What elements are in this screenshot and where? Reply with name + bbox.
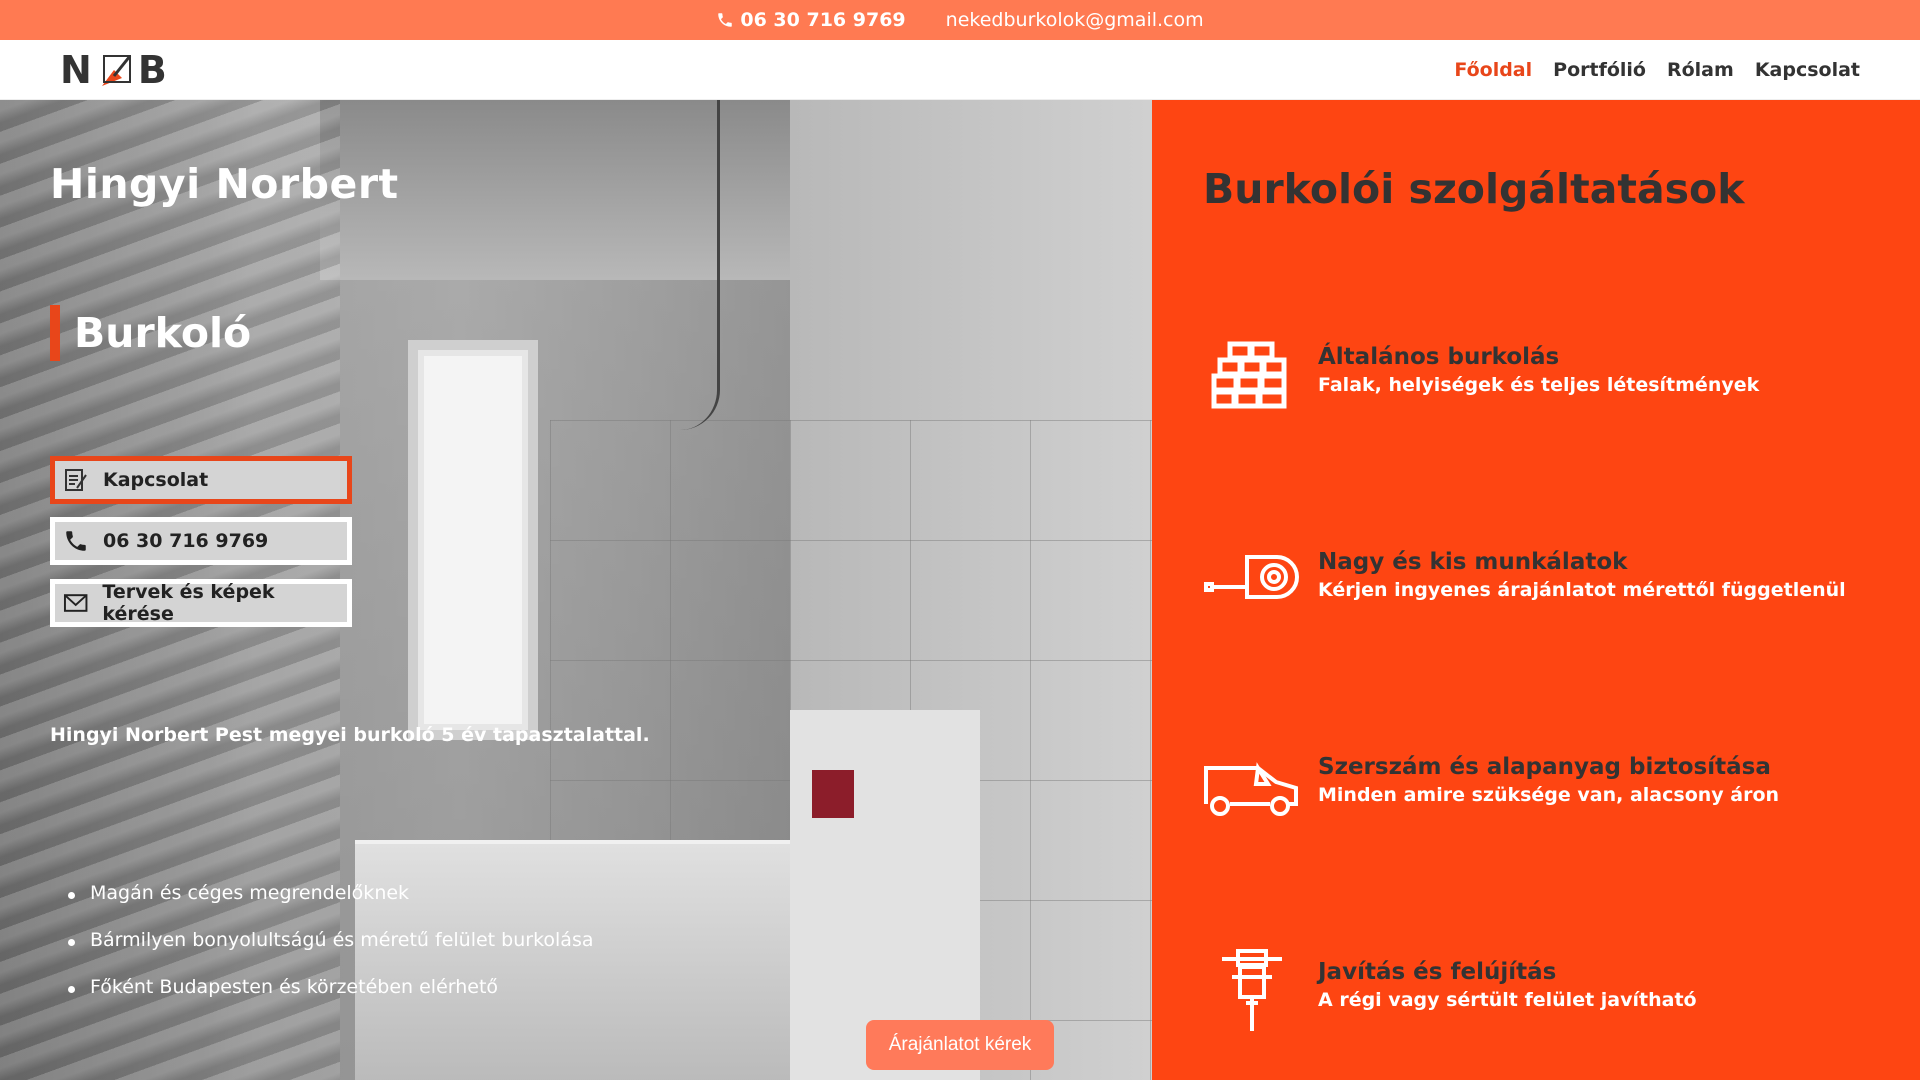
service-item: Szerszám és alapanyag biztosítása Minden… [1202,732,1902,842]
service-title: Szerszám és alapanyag biztosítása [1318,754,1771,780]
phone-button-label: 06 30 716 9769 [103,530,269,552]
hero-description: Hingyi Norbert Pest megyei burkoló 5 év … [50,724,650,746]
red-box [812,770,854,818]
request-quote-button[interactable]: Árajánlatot kérek [866,1020,1054,1070]
phone-icon [66,531,86,551]
service-item: Nagy és kis munkálatok Kérjen ingyenes á… [1202,527,1902,637]
service-desc: Minden amire szüksége van, alacsony áron [1318,784,1780,806]
van-icon [1202,732,1302,832]
list-item: Magán és céges megrendelőknek [68,882,594,909]
tape-measure-icon [1202,527,1302,627]
service-item: Javítás és felújítás A régi vagy sértült… [1202,937,1902,1047]
list-item: Bármilyen bonyolultságú és méretű felüle… [68,929,594,956]
contact-button[interactable]: Kapcsolat [50,456,352,504]
phone-button[interactable]: 06 30 716 9769 [50,517,352,565]
phone-icon [718,13,733,27]
hero-name: Hingyi Norbert [50,160,399,208]
main-nav: Főoldal Portfólió Rólam Kapcsolat [1454,40,1860,100]
trowel-icon [101,55,131,86]
logo-letter-b: B [137,48,169,92]
topbar-email[interactable]: nekedburkolok@gmail.com [946,9,1204,31]
service-title: Általános burkolás [1318,344,1560,370]
services-title: Burkolói szolgáltatások [1203,165,1745,213]
logo[interactable]: N B [60,48,169,92]
top-bar: 06 30 716 9769 nekedburkolok@gmail.com [0,0,1920,40]
nav-item-kapcsolat[interactable]: Kapcsolat [1755,59,1860,81]
topbar-phone-text: 06 30 716 9769 [740,9,906,31]
service-item: Általános burkolás Falak, helyiségek és … [1202,322,1902,432]
service-desc: Kérjen ingyenes árajánlatot mérettől füg… [1318,579,1846,601]
nav-item-rolam[interactable]: Rólam [1667,59,1734,81]
edit-note-icon [65,469,87,491]
hero-bullet-list: Magán és céges megrendelőknek Bármilyen … [68,882,594,1023]
site-header: N B Főoldal Portfólió Rólam Kapcsolat [0,40,1920,100]
service-desc: A régi vagy sértült felület javítható [1318,989,1697,1011]
nav-item-fooldal[interactable]: Főoldal [1454,59,1532,81]
service-title: Nagy és kis munkálatok [1318,549,1628,575]
contact-button-label: Kapcsolat [103,469,209,491]
service-desc: Falak, helyiségek és teljes létesítménye… [1318,374,1760,396]
nav-item-portfolio[interactable]: Portfólió [1553,59,1646,81]
jackhammer-icon [1202,937,1302,1037]
ceiling-cable [660,100,720,430]
hero-section: Hingyi Norbert Burkoló Kapcsolat 06 30 7… [0,100,1152,1080]
bathroom-window [408,340,538,740]
service-title: Javítás és felújítás [1318,959,1557,985]
list-item: Főként Budapesten és körzetében elérhető [68,976,594,1003]
request-plans-label: Tervek és képek kérése [102,581,275,625]
bricks-icon [1202,322,1302,422]
logo-letter-n: N [60,48,94,92]
topbar-phone[interactable]: 06 30 716 9769 [716,9,906,31]
hero-role: Burkoló [50,305,251,361]
envelope-icon [63,594,88,612]
request-plans-button[interactable]: Tervek és képek kérése [50,579,352,627]
services-panel: Burkolói szolgáltatások Általános burkol… [1152,100,1920,1080]
